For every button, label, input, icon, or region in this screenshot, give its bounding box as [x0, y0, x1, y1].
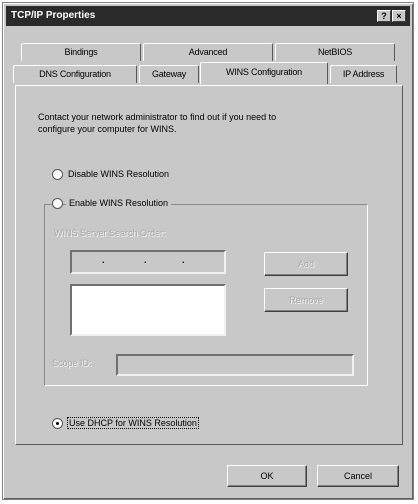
description-line-1: Contact your network administrator to fi… — [38, 112, 277, 122]
tab-bindings[interactable]: Bindings — [21, 43, 141, 61]
close-icon[interactable]: × — [392, 10, 406, 22]
ip-dot-2: . — [144, 255, 147, 265]
add-button[interactable]: Add — [264, 252, 348, 276]
use-dhcp-wins-label: Use DHCP for WINS Resolution — [67, 417, 199, 429]
search-order-label: WINS Server Search Order: — [54, 228, 166, 238]
disable-wins-label: Disable WINS Resolution — [68, 169, 170, 179]
wins-server-ip-field[interactable]: . . . — [70, 250, 226, 274]
enable-wins-radio[interactable] — [52, 198, 63, 209]
tab-advanced[interactable]: Advanced — [143, 43, 273, 61]
title-bar: TCP/IP Properties ? × — [6, 6, 410, 26]
tab-ip-address[interactable]: IP Address — [330, 65, 397, 83]
ip-dot-1: . — [102, 255, 105, 265]
scope-id-input[interactable] — [116, 354, 354, 376]
tab-gateway[interactable]: Gateway — [139, 65, 199, 83]
cancel-button[interactable]: Cancel — [317, 465, 399, 487]
scope-id-label: Scope ID: — [52, 358, 92, 368]
ip-dot-3: . — [182, 255, 185, 265]
tcpip-properties-dialog: TCP/IP Properties ? × Bindings Advanced … — [2, 2, 414, 500]
remove-button[interactable]: Remove — [264, 288, 348, 312]
tab-netbios[interactable]: NetBIOS — [275, 43, 395, 61]
window-title: TCP/IP Properties — [11, 10, 96, 21]
disable-wins-radio[interactable] — [52, 169, 63, 180]
tab-dns-configuration[interactable]: DNS Configuration — [13, 65, 137, 83]
description-line-2: configure your computer for WINS. — [38, 124, 177, 134]
ok-button[interactable]: OK — [227, 465, 307, 487]
help-icon[interactable]: ? — [377, 10, 391, 22]
use-dhcp-wins-radio[interactable] — [52, 418, 63, 429]
tab-wins-configuration[interactable]: WINS Configuration — [200, 62, 328, 84]
wins-configuration-panel: Contact your network administrator to fi… — [15, 85, 403, 445]
enable-wins-label: Enable WINS Resolution — [66, 198, 172, 208]
wins-server-list[interactable] — [70, 284, 226, 336]
